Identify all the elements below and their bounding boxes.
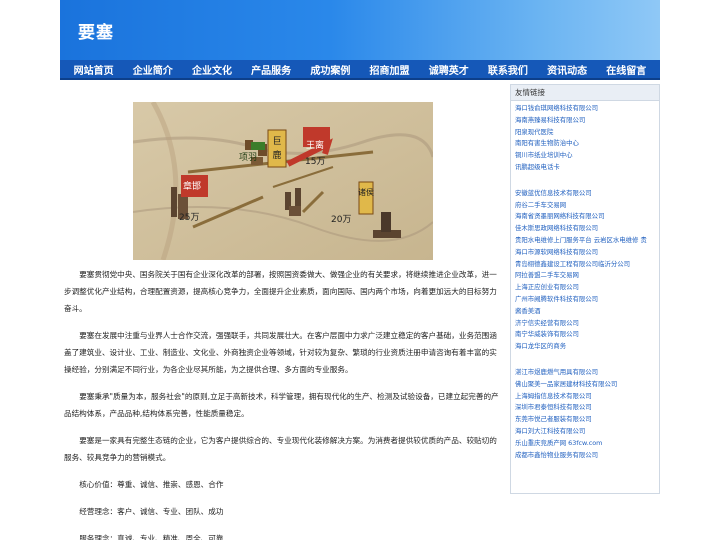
friend-link[interactable]: 海南省贤墨丽网络科技有限公司 <box>515 211 655 223</box>
friend-link[interactable]: 东莞市悦己者服装有限公司 <box>515 414 655 426</box>
hero-label-julu-1: 巨 <box>272 136 281 147</box>
nav-culture[interactable]: 企业文化 <box>192 62 232 77</box>
hero-label-200k: 20万 <box>331 215 351 225</box>
friend-link[interactable]: 阳泉现代医院 <box>515 127 655 139</box>
nav-news[interactable]: 资讯动态 <box>547 62 587 77</box>
friend-link[interactable]: 南宁华威装饰有限公司 <box>515 329 655 341</box>
friend-links-sidebar: 友情链接 海口钱俞琪网络科技有限公司 海南燕臻易科技有限公司 阳泉现代医院 南阳… <box>510 84 660 494</box>
service-philosophy: 服务理念：真诚、专业、精准、周全、可靠 <box>79 534 224 540</box>
intro-paragraph-1: 要塞贯彻党中央、国务院关于国有企业深化改革的部署，按照国资委做大、做强企业的有关… <box>64 270 497 313</box>
hero-label-wangli: 王离 <box>306 139 324 151</box>
intro-paragraph-4: 要塞是一家具有完整生态链的企业，它为客户提供综合的、专业现代化装修解决方案。为消… <box>64 436 497 462</box>
friend-link[interactable]: 深圳市君泰恒科技有限公司 <box>515 402 655 414</box>
business-philosophy: 经营理念：客户、诚信、专业、团队、成功 <box>79 507 224 516</box>
intro-paragraph-3: 要塞秉承"质量为本，服务社会"的原则,立足于高新技术，科学管理，拥有现代化的生产… <box>64 392 499 418</box>
friend-link[interactable]: 海口龙华区的商务 <box>515 341 655 353</box>
friend-link[interactable]: 讯鹏超级电话卡 <box>515 162 655 174</box>
friend-link[interactable]: 海南燕臻易科技有限公司 <box>515 115 655 127</box>
friend-link[interactable]: 海口刘大江科技有限公司 <box>515 426 655 438</box>
article-body: 要塞贯彻党中央、国务院关于国有企业深化改革的部署，按照国资委做大、做强企业的有关… <box>60 266 508 540</box>
hero-battle-map-image: 巨 鹿 项羽 王离 15万 章邯 25万 诸侯 20万 <box>133 102 433 260</box>
friend-link[interactable]: 乐山重庆竞质产网 63fcw.com <box>515 438 655 450</box>
nav-home[interactable]: 网站首页 <box>74 62 114 77</box>
site-brand[interactable]: 要塞 <box>78 18 114 43</box>
nav-franchise[interactable]: 招商加盟 <box>370 62 410 77</box>
hero-label-zhuhou: 诸侯 <box>358 188 374 197</box>
sidebar-title: 友情链接 <box>511 85 659 101</box>
site-header: 要塞 <box>60 0 660 60</box>
friend-link[interactable]: 佛山聚美一品家居建材科技有限公司 <box>515 379 655 391</box>
intro-paragraph-2: 要塞在发展中注重与业界人士合作交流，强强联手，共同发展壮大。在客户层面中力求广泛… <box>64 331 497 374</box>
friend-link[interactable]: 济宁信实经营有限公司 <box>515 318 655 330</box>
nav-about[interactable]: 企业简介 <box>133 62 173 77</box>
friend-link[interactable]: 上海姆指信息技术有限公司 <box>515 391 655 403</box>
main-content: 巨 鹿 项羽 王离 15万 章邯 25万 诸侯 20万 要塞贯彻党中央、国务院关… <box>60 84 508 540</box>
friend-link[interactable]: 酱香美酒 <box>515 306 655 318</box>
friend-link[interactable]: 南阳有害生物防治中心 <box>515 138 655 150</box>
nav-products[interactable]: 产品服务 <box>251 62 291 77</box>
friend-link[interactable]: 海口钱俞琪网络科技有限公司 <box>515 103 655 115</box>
nav-contact[interactable]: 联系我们 <box>488 62 528 77</box>
friend-link[interactable]: 阿拉善盟二手车交易网 <box>515 270 655 282</box>
friend-link[interactable]: 海口市源软网络科技有限公司 <box>515 247 655 259</box>
friend-links-list: 海口钱俞琪网络科技有限公司 海南燕臻易科技有限公司 阳泉现代医院 南阳有害生物防… <box>511 101 659 463</box>
hero-label-julu-2: 鹿 <box>272 149 281 161</box>
friend-link[interactable]: 贵阳水电维修上门服务平台 云岩区水电维修 贵 <box>515 235 655 247</box>
friend-link[interactable]: 广州市阙腾软件科技有限公司 <box>515 294 655 306</box>
nav-jobs[interactable]: 诚聘英才 <box>429 62 469 77</box>
friend-link[interactable]: 成都市鑫怡物业服务有限公司 <box>515 450 655 462</box>
core-values: 核心价值：尊重、诚信、推崇、感恩、合作 <box>79 480 224 489</box>
hero-label-250k: 25万 <box>179 213 199 223</box>
main-nav: 网站首页 企业简介 企业文化 产品服务 成功案例 招商加盟 诚聘英才 联系我们 … <box>60 60 660 80</box>
nav-cases[interactable]: 成功案例 <box>310 62 350 77</box>
friend-link[interactable]: 铜川市纸业培训中心 <box>515 150 655 162</box>
friend-link[interactable]: 府谷二手车交易网 <box>515 200 655 212</box>
friend-link[interactable]: 青岛栩德鑫建设工程有限公司临沂分公司 <box>515 259 655 271</box>
hero-label-xiangyu: 项羽 <box>239 152 257 163</box>
friend-link[interactable]: 上海正应创业有限公司 <box>515 282 655 294</box>
friend-link[interactable]: 湛江市煜鹿燃气用具有限公司 <box>515 367 655 379</box>
friend-link[interactable]: 安徽蓝优信息技术有限公司 <box>515 188 655 200</box>
hero-label-150k: 15万 <box>305 157 325 167</box>
hero-label-zhanghan: 章邯 <box>183 180 201 192</box>
friend-link[interactable]: 佳木斯思政网络科技有限公司 <box>515 223 655 235</box>
nav-message[interactable]: 在线留言 <box>606 62 646 77</box>
